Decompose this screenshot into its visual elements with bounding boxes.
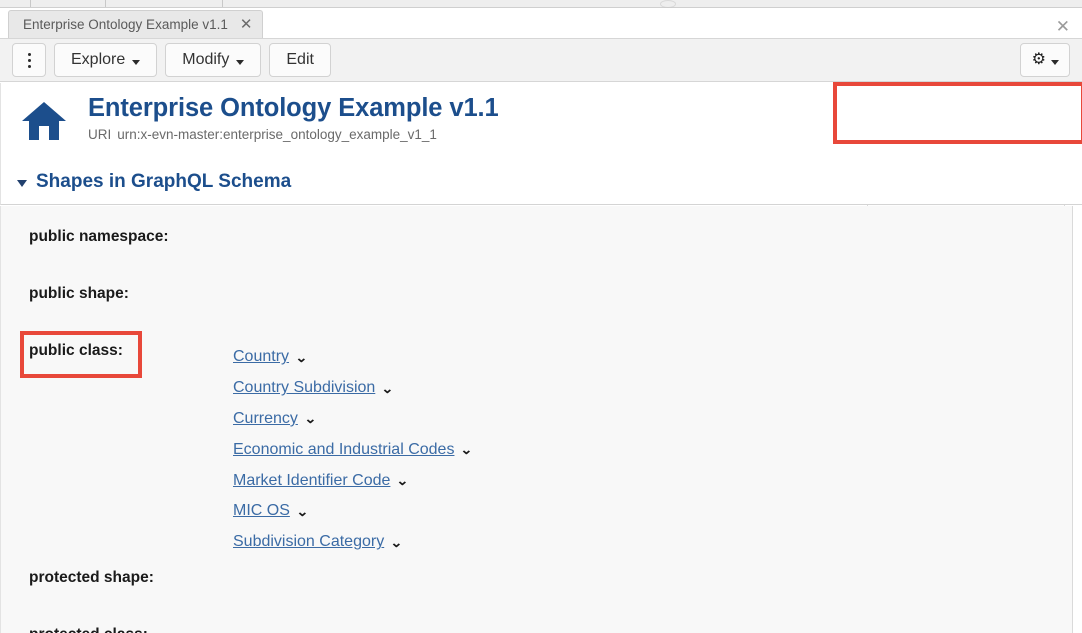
kebab-menu-icon xyxy=(27,52,31,68)
panel-right-margin xyxy=(1073,206,1082,633)
chevron-down-icon[interactable]: ⌄ xyxy=(296,505,309,518)
class-link-economic-and-industrial-codes[interactable]: Economic and Industrial Codes xyxy=(233,441,454,459)
tab-bar: Enterprise Ontology Example v1.1 ✕ ✕ xyxy=(0,8,1082,38)
tab-label: Enterprise Ontology Example v1.1 xyxy=(23,17,228,32)
property-row-public-class: public class: Country ⌄ Country Subdivis… xyxy=(1,342,1072,558)
list-item: Economic and Industrial Codes ⌄ xyxy=(233,434,1072,465)
close-icon[interactable]: ✕ xyxy=(240,17,253,32)
page-header: Enterprise Ontology Example v1.1 URI urn:… xyxy=(0,83,1082,216)
top-chrome-strip xyxy=(0,0,1082,8)
property-label: public shape: xyxy=(29,285,129,302)
more-options-button[interactable] xyxy=(12,43,46,77)
chevron-down-icon[interactable]: ⌄ xyxy=(304,412,317,425)
tab-enterprise-ontology-example[interactable]: Enterprise Ontology Example v1.1 ✕ xyxy=(8,10,264,38)
property-values xyxy=(233,569,1072,587)
class-link-country[interactable]: Country xyxy=(233,348,289,366)
property-label: public namespace: xyxy=(29,228,169,245)
title-block: Enterprise Ontology Example v1.1 URI urn:… xyxy=(88,93,499,142)
property-row-protected-class: protected class: xyxy=(1,626,1072,633)
chevron-down-icon[interactable]: ⌄ xyxy=(295,351,308,364)
application-window: Enterprise Ontology Example v1.1 ✕ ✕ Exp… xyxy=(0,0,1082,633)
shapes-panel: public namespace: public shape: public c… xyxy=(0,206,1073,633)
property-values: Country ⌄ Country Subdivision ⌄ Currency… xyxy=(233,342,1072,558)
edit-button[interactable]: Edit xyxy=(269,43,331,77)
edit-button-label: Edit xyxy=(286,51,314,68)
property-values xyxy=(233,285,1072,303)
chevron-down-icon[interactable]: ⌄ xyxy=(390,536,403,549)
chevron-down-icon xyxy=(236,59,245,65)
toolbar: Explore Modify Edit ⚙ xyxy=(0,38,1082,82)
section-title: Shapes in GraphQL Schema xyxy=(36,171,292,192)
class-link-market-identifier-code[interactable]: Market Identifier Code xyxy=(233,472,390,490)
uri-value: urn:x-evn-master:enterprise_ontology_exa… xyxy=(117,126,437,142)
class-link-mic-os[interactable]: MIC OS xyxy=(233,502,290,520)
explore-button-label: Explore xyxy=(71,51,126,68)
property-values xyxy=(233,626,1072,633)
property-values xyxy=(233,228,1072,246)
modify-button-label: Modify xyxy=(182,51,230,68)
uri-label: URI xyxy=(88,126,112,142)
gear-icon: ⚙ xyxy=(1031,51,1046,68)
list-item: Market Identifier Code ⌄ xyxy=(233,465,1072,496)
chevron-down-icon[interactable]: ⌄ xyxy=(461,443,474,456)
property-row-public-namespace: public namespace: xyxy=(1,228,1072,246)
class-link-country-subdivision[interactable]: Country Subdivision xyxy=(233,379,375,397)
property-row-public-shape: public shape: xyxy=(1,285,1072,303)
class-link-currency[interactable]: Currency xyxy=(233,410,298,428)
class-link-subdivision-category[interactable]: Subdivision Category xyxy=(233,533,384,551)
list-item: Country ⌄ xyxy=(233,342,1072,373)
page-title: Enterprise Ontology Example v1.1 xyxy=(88,94,499,122)
collapse-triangle-icon[interactable] xyxy=(17,179,27,187)
section-header[interactable]: Shapes in GraphQL Schema xyxy=(0,160,1082,205)
property-label: protected shape: xyxy=(29,569,154,586)
list-item: Subdivision Category ⌄ xyxy=(233,527,1072,558)
property-label: protected class: xyxy=(1,626,233,633)
list-item: Currency ⌄ xyxy=(233,404,1072,435)
uri-row: URI urn:x-evn-master:enterprise_ontology_… xyxy=(88,127,499,142)
chevron-down-icon[interactable]: ⌄ xyxy=(381,382,394,395)
property-label: public class: xyxy=(29,342,123,359)
modify-button[interactable]: Modify xyxy=(165,43,262,77)
list-item: MIC OS ⌄ xyxy=(233,496,1072,527)
chevron-down-icon xyxy=(132,59,141,65)
settings-button[interactable]: ⚙ xyxy=(1019,43,1070,77)
home-icon[interactable] xyxy=(21,99,67,143)
list-item: Country Subdivision ⌄ xyxy=(233,373,1072,404)
chevron-down-icon xyxy=(1051,59,1059,65)
explore-button[interactable]: Explore xyxy=(54,43,158,77)
window-close-icon[interactable]: ✕ xyxy=(1056,18,1070,35)
chevron-down-icon[interactable]: ⌄ xyxy=(397,474,410,487)
property-row-protected-shape: protected shape: xyxy=(1,569,1072,587)
